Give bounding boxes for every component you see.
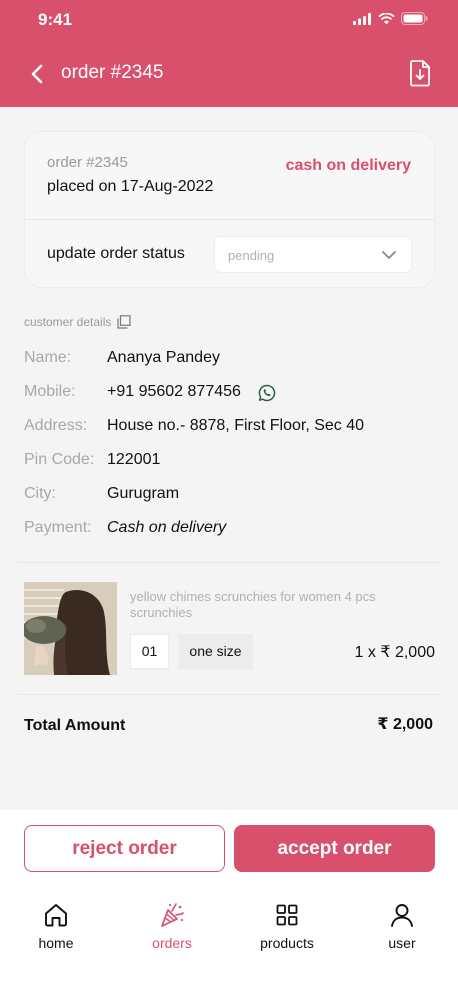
total-amount-label: Total Amount bbox=[24, 717, 126, 734]
status-icons bbox=[353, 12, 428, 25]
customer-city-row: City: Gurugram bbox=[24, 485, 444, 507]
card-divider bbox=[25, 219, 434, 220]
payment-method-badge: cash on delivery bbox=[285, 157, 411, 174]
customer-address-label: Address: bbox=[24, 417, 88, 434]
download-document-icon bbox=[410, 60, 430, 87]
user-icon bbox=[391, 904, 413, 927]
customer-name-row: Name: Ananya Pandey bbox=[24, 349, 444, 371]
signal-icon bbox=[353, 12, 371, 25]
customer-details-label: customer details bbox=[24, 315, 112, 329]
chevron-left-icon bbox=[31, 64, 43, 84]
customer-city-label: City: bbox=[24, 485, 56, 502]
download-invoice-button[interactable] bbox=[408, 58, 432, 88]
customer-details-title: customer details bbox=[24, 315, 131, 329]
customer-mobile-label: Mobile: bbox=[24, 383, 76, 400]
scrunchie-photo bbox=[24, 582, 117, 675]
nav-item-user[interactable]: user bbox=[357, 901, 447, 951]
nav-item-products[interactable]: products bbox=[242, 901, 332, 951]
customer-mobile-row: Mobile: +91 95602 877456 bbox=[24, 383, 444, 405]
status-time: 9:41 bbox=[38, 10, 73, 29]
nav-label-user: user bbox=[388, 935, 416, 951]
order-status-dropdown[interactable]: pending bbox=[214, 236, 412, 273]
customer-payment-row: Payment: Cash on delivery bbox=[24, 519, 444, 541]
whatsapp-icon[interactable] bbox=[258, 384, 276, 402]
nav-item-orders[interactable]: orders bbox=[127, 901, 217, 951]
customer-payment-value: Cash on delivery bbox=[107, 519, 227, 536]
customer-name-label: Name: bbox=[24, 349, 72, 366]
section-divider bbox=[18, 562, 440, 563]
order-status-label: update order status bbox=[47, 245, 185, 262]
nav-label-products: products bbox=[260, 935, 314, 951]
product-quantity: 01 bbox=[130, 634, 169, 669]
product-size: one size bbox=[178, 634, 253, 669]
back-button[interactable] bbox=[26, 60, 52, 88]
product-image[interactable] bbox=[24, 582, 117, 675]
customer-pincode-label: Pin Code: bbox=[24, 451, 95, 468]
customer-address-value: House no.- 8878, First Floor, Sec 40 bbox=[107, 417, 365, 434]
home-icon bbox=[45, 904, 67, 927]
nav-item-home[interactable]: home bbox=[11, 901, 101, 951]
product-name[interactable]: yellow chimes scrunchies for women 4 pcs… bbox=[130, 589, 410, 621]
status-bar: 9:41 bbox=[0, 0, 458, 40]
section-divider bbox=[18, 694, 440, 695]
customer-pincode-row: Pin Code: 122001 bbox=[24, 451, 444, 473]
nav-label-orders: orders bbox=[152, 935, 192, 951]
chevron-down-icon bbox=[382, 251, 396, 259]
page-title: order #2345 bbox=[61, 62, 164, 83]
order-actions: reject order accept order bbox=[0, 810, 458, 885]
app-header: 9:41 order #2345 bbox=[0, 0, 458, 107]
party-popper-icon bbox=[161, 903, 184, 927]
total-amount-value: ₹ 2,000 bbox=[377, 716, 433, 733]
bottom-navigation: home orders products user bbox=[0, 885, 458, 984]
order-summary-card: order #2345 placed on 17-Aug-2022 cash o… bbox=[24, 131, 435, 288]
battery-icon bbox=[401, 12, 428, 25]
customer-address-row: Address: House no.- 8878, First Floor, S… bbox=[24, 417, 444, 439]
customer-payment-label: Payment: bbox=[24, 519, 92, 536]
customer-name-value: Ananya Pandey bbox=[107, 349, 220, 366]
order-date: placed on 17-Aug-2022 bbox=[47, 178, 214, 195]
wifi-icon bbox=[378, 12, 395, 24]
reject-order-button[interactable]: reject order bbox=[24, 825, 225, 872]
order-id: order #2345 bbox=[47, 154, 128, 171]
customer-pincode-value: 122001 bbox=[107, 451, 161, 468]
order-status-value: pending bbox=[228, 248, 275, 263]
product-line-price: 1 x ₹ 2,000 bbox=[354, 644, 435, 661]
customer-mobile-value[interactable]: +91 95602 877456 bbox=[107, 383, 241, 401]
title-row: order #2345 bbox=[0, 56, 458, 92]
customer-city-value: Gurugram bbox=[107, 485, 180, 502]
nav-label-home: home bbox=[38, 935, 74, 951]
grid-icon bbox=[276, 904, 298, 926]
copy-icon[interactable] bbox=[117, 315, 131, 329]
accept-order-button[interactable]: accept order bbox=[234, 825, 435, 872]
